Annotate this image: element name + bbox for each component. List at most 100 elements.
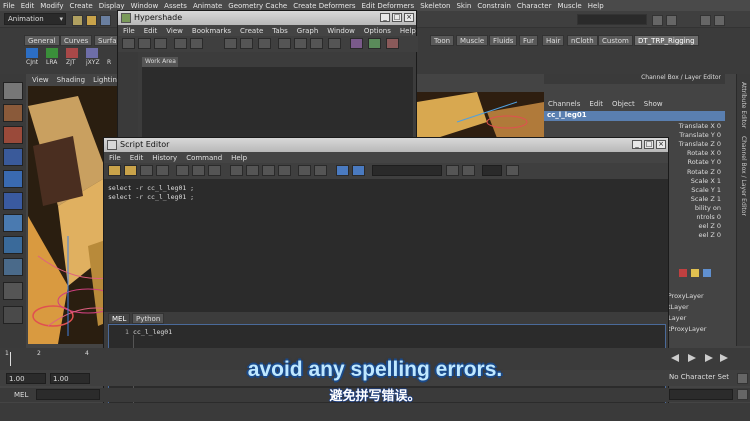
search-icon[interactable] <box>446 165 459 176</box>
show-tabs-icon[interactable] <box>278 165 291 176</box>
channel-attribute[interactable]: Scale Z 1 <box>691 195 721 203</box>
menu-window[interactable]: Window <box>131 2 159 10</box>
layer-new-icon[interactable] <box>691 269 699 277</box>
hs-swatch-icon[interactable] <box>368 38 381 49</box>
channel-attribute[interactable]: Translate Y 0 <box>679 131 721 139</box>
source-script-icon[interactable] <box>124 165 137 176</box>
channel-attribute[interactable]: Scale Y 1 <box>691 186 721 194</box>
move-tool-icon[interactable] <box>3 148 23 166</box>
attr-toggle-icon[interactable] <box>714 15 725 26</box>
layer-item[interactable]: otProxyLayer <box>664 325 706 333</box>
layer-options-icon[interactable] <box>703 269 711 277</box>
shelf-button-cjnt[interactable]: CJnt <box>26 59 38 66</box>
save-to-shelf-icon[interactable] <box>156 165 169 176</box>
shelf-button-zjt[interactable]: ZJT <box>66 59 76 66</box>
hs-tool-4-icon[interactable] <box>174 38 187 49</box>
shelf-tab-ncloth[interactable]: nCloth <box>567 35 598 46</box>
channel-attribute[interactable]: Translate Z 0 <box>679 140 721 148</box>
shelf-tab-fur[interactable]: Fur <box>519 35 538 46</box>
right-viewport[interactable] <box>417 92 544 138</box>
maximize-icon[interactable]: □ <box>644 140 654 149</box>
channel-attribute[interactable]: bility on <box>695 204 721 212</box>
se-menu-edit[interactable]: Edit <box>130 154 144 162</box>
clear-all-icon[interactable] <box>208 165 221 176</box>
hs-menu-create[interactable]: Create <box>240 27 263 35</box>
channel-box-object-name[interactable]: cc_l_leg01 <box>544 111 725 121</box>
menu-edit-deformers[interactable]: Edit Deformers <box>362 2 415 10</box>
mode-dropdown[interactable]: Animation <box>4 13 66 25</box>
show-history-icon[interactable] <box>230 165 243 176</box>
clear-input-icon[interactable] <box>192 165 205 176</box>
shelf-tab-fluids[interactable]: Fluids <box>489 35 518 46</box>
side-tab-attribute-editor[interactable]: Attribute Editor <box>740 82 747 128</box>
new-scene-icon[interactable] <box>72 15 83 26</box>
tab-work-area[interactable]: Work Area <box>142 57 178 67</box>
shelf-tab-toon[interactable]: Toon <box>430 35 455 46</box>
open-scene-icon[interactable] <box>86 15 97 26</box>
hs-graph-2-icon[interactable] <box>240 38 253 49</box>
render-icon[interactable] <box>652 15 663 26</box>
shelf-tab-hair[interactable]: Hair <box>542 35 565 46</box>
close-icon[interactable]: × <box>404 13 414 22</box>
menu-file[interactable]: File <box>3 2 15 10</box>
minimize-icon[interactable]: _ <box>632 140 642 149</box>
menu-geometry-cache[interactable]: Geometry Cache <box>228 2 287 10</box>
channel-attribute[interactable]: Rotate Y 0 <box>687 158 721 166</box>
menu-animate[interactable]: Animate <box>193 2 222 10</box>
layout-single-icon[interactable] <box>3 282 23 300</box>
show-both-icon[interactable] <box>262 165 275 176</box>
se-menu-file[interactable]: File <box>109 154 121 162</box>
paint-select-icon[interactable] <box>3 126 23 144</box>
joint-xyz-icon[interactable] <box>86 48 98 58</box>
channel-menu-object[interactable]: Object <box>612 100 635 108</box>
viewport-menu-shading[interactable]: Shading <box>57 76 85 84</box>
menu-edit[interactable]: Edit <box>21 2 35 10</box>
channel-toggle-icon[interactable] <box>700 15 711 26</box>
goto-line-field[interactable] <box>482 165 502 176</box>
hs-tool-5-icon[interactable] <box>190 38 203 49</box>
search-field[interactable] <box>372 165 442 176</box>
hs-tool-1-icon[interactable] <box>122 38 135 49</box>
zero-joint-icon[interactable] <box>66 48 78 58</box>
menu-constrain[interactable]: Constrain <box>477 2 511 10</box>
execute-all-icon[interactable] <box>336 165 349 176</box>
hs-graph-3-icon[interactable] <box>258 38 271 49</box>
shelf-tab-general[interactable]: General <box>24 35 60 46</box>
open-script-icon[interactable] <box>108 165 121 176</box>
channel-attribute[interactable]: Rotate X 0 <box>687 149 721 157</box>
tab-mel[interactable]: MEL <box>108 313 131 324</box>
menu-create-deformers[interactable]: Create Deformers <box>293 2 355 10</box>
hs-layout-icon[interactable] <box>278 38 291 49</box>
layout-icon[interactable] <box>3 306 23 324</box>
shelf-tab-curves[interactable]: Curves <box>60 35 93 46</box>
ipr-icon[interactable] <box>666 15 677 26</box>
menu-skeleton[interactable]: Skeleton <box>420 2 450 10</box>
hs-menu-view[interactable]: View <box>166 27 183 35</box>
shelf-tab-muscle[interactable]: Muscle <box>456 35 489 46</box>
menu-muscle[interactable]: Muscle <box>557 2 581 10</box>
maximize-icon[interactable]: □ <box>392 13 402 22</box>
menu-skin[interactable]: Skin <box>456 2 471 10</box>
manipulator-icon[interactable] <box>3 214 23 232</box>
goto-line-icon[interactable] <box>506 165 519 176</box>
shelf-button-jxyz[interactable]: jXYZ <box>86 59 100 66</box>
channel-attribute[interactable]: Translate X 0 <box>679 122 721 130</box>
quick-select-field[interactable] <box>577 14 647 25</box>
hypershade-work-area[interactable] <box>142 67 413 139</box>
channel-menu-show[interactable]: Show <box>644 100 663 108</box>
channel-attribute[interactable]: eel Z 0 <box>698 222 721 230</box>
shelf-tab-dt-trp-rigging[interactable]: DT_TRP_Rigging <box>634 35 699 46</box>
hs-layout-2-icon[interactable] <box>294 38 307 49</box>
hypershade-titlebar[interactable]: Hypershade <box>118 11 416 25</box>
last-tool-icon[interactable] <box>3 258 23 276</box>
channel-attribute[interactable]: ntrols 0 <box>696 213 721 221</box>
close-icon[interactable]: × <box>656 140 666 149</box>
side-tab-channel-box[interactable]: Channel Box / Layer Editor <box>740 136 747 216</box>
menu-character[interactable]: Character <box>517 2 552 10</box>
script-editor-titlebar[interactable]: Script Editor <box>104 138 668 152</box>
joint-tool-icon[interactable] <box>26 48 38 58</box>
hs-menu-graph[interactable]: Graph <box>297 27 318 35</box>
hs-menu-tabs[interactable]: Tabs <box>272 27 288 35</box>
hs-graph-icon[interactable] <box>224 38 237 49</box>
hs-layout-3-icon[interactable] <box>310 38 323 49</box>
